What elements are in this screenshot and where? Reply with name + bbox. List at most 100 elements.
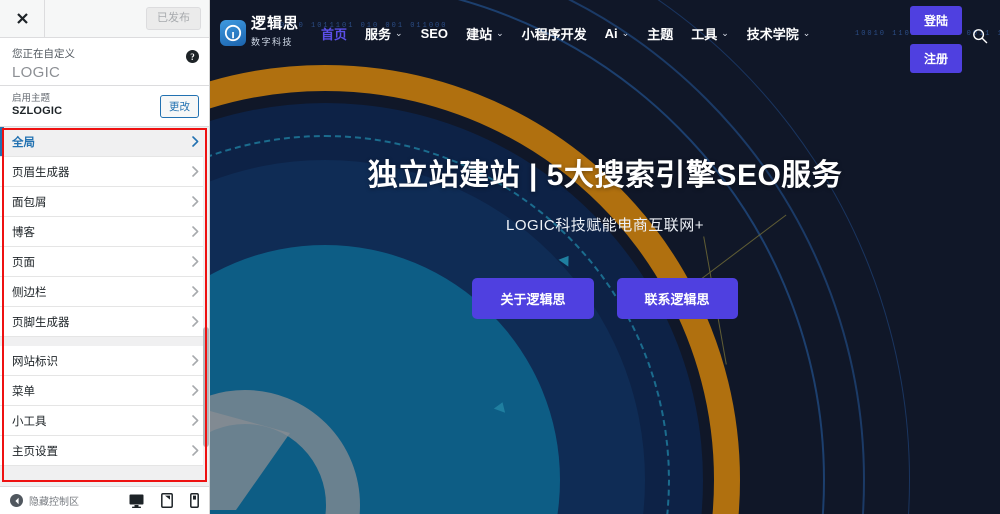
mobile-preview-icon[interactable] — [190, 493, 199, 508]
chevron-down-icon: ⌄ — [496, 27, 504, 38]
customizer-section-item[interactable]: 页面 — [0, 247, 209, 277]
customizer-section-label: 主页设置 — [12, 445, 58, 458]
publish-button[interactable]: 已发布 — [146, 6, 201, 31]
hero-about-button[interactable]: 关于逻辑思 — [472, 278, 594, 319]
section-group-divider — [0, 337, 209, 346]
help-icon[interactable]: ? — [186, 50, 199, 63]
customizing-info: 您正在自定义 LOGIC ? — [0, 38, 209, 86]
hero-section: 0110 1011101 010 001 011000 10010 1101 0… — [210, 0, 1000, 514]
site-logo-subtitle: 数字科技 — [251, 37, 294, 47]
chevron-down-icon: ⌄ — [721, 27, 729, 38]
customizer-section-item[interactable]: 网站标识 — [0, 346, 209, 376]
nav-link[interactable]: 首页 — [321, 24, 347, 43]
sections-scrollbar[interactable] — [203, 127, 209, 486]
customizer-footer: 隐藏控制区 — [0, 486, 209, 514]
chevron-right-icon — [192, 415, 199, 426]
chevron-down-icon: ⌄ — [395, 27, 403, 38]
nav-link[interactable]: 小程序开发 — [522, 24, 587, 43]
customizer-screen: 已发布 您正在自定义 LOGIC ? 启用主题 SZLOGIC 更改 全局页眉生… — [0, 0, 1000, 514]
logic-logo-icon — [220, 20, 246, 46]
hero-contact-button[interactable]: 联系逻辑思 — [616, 278, 738, 319]
nav-link[interactable]: 工具 ⌄ — [691, 24, 729, 43]
chevron-down-icon: ⌄ — [621, 27, 630, 38]
active-theme-name: SZLOGIC — [12, 105, 63, 118]
collapse-sidebar-label: 隐藏控制区 — [29, 497, 79, 508]
chevron-right-icon — [192, 166, 199, 177]
site-logo[interactable]: 逻辑思 数字科技 — [220, 16, 299, 50]
chevron-right-icon — [192, 355, 199, 366]
customizer-section-label: 全局 — [12, 136, 35, 149]
customizer-section-label: 小工具 — [12, 415, 47, 428]
login-button[interactable]: 登陆 — [909, 6, 962, 35]
customizer-section-item[interactable]: 小工具 — [0, 406, 209, 436]
nav-link[interactable]: 建站 ⌄ — [466, 24, 504, 43]
nav-link[interactable]: 技术学院 ⌄ — [747, 24, 811, 43]
site-preview: 0110 1011101 010 001 011000 10010 1101 0… — [210, 0, 1000, 514]
search-icon[interactable] — [972, 28, 988, 49]
customizer-sections: 全局页眉生成器面包屑博客页面侧边栏页脚生成器 网站标识菜单小工具主页设置 — [0, 127, 209, 486]
hero-subtitle: LOGIC科技赋能电商互联网+ — [506, 217, 704, 234]
customizer-panel: 已发布 您正在自定义 LOGIC ? 启用主题 SZLOGIC 更改 全局页眉生… — [0, 0, 210, 514]
section-group-primary: 全局页眉生成器面包屑博客页面侧边栏页脚生成器 — [0, 127, 209, 337]
close-icon[interactable] — [0, 0, 45, 37]
hero-cta-group: 关于逻辑思 联系逻辑思 — [210, 278, 1000, 319]
site-logo-name: 逻辑思 — [251, 15, 300, 33]
customizer-section-item[interactable]: 菜单 — [0, 376, 209, 406]
chevron-right-icon — [192, 136, 199, 147]
nav-link-label: 主题 — [647, 26, 674, 42]
customizer-section-item[interactable]: 博客 — [0, 217, 209, 247]
chevron-right-icon — [192, 226, 199, 237]
customizing-site-title: LOGIC — [12, 63, 61, 81]
tablet-preview-icon[interactable] — [161, 493, 173, 508]
customizer-section-label: 网站标识 — [12, 355, 58, 368]
chevron-right-icon — [192, 286, 199, 297]
chevron-right-icon — [192, 445, 199, 456]
chevron-right-icon — [192, 256, 199, 267]
nav-link-label: SEO — [420, 25, 449, 41]
nav-link-label: Ai — [604, 25, 618, 41]
nav-link-label: 服务 — [365, 26, 392, 42]
nav-link[interactable]: SEO — [421, 26, 448, 41]
nav-link[interactable]: Ai ⌄ — [605, 26, 630, 41]
nav-link[interactable]: 主题 — [647, 24, 673, 43]
customizer-section-label: 页眉生成器 — [12, 166, 70, 179]
nav-link-label: 建站 — [466, 26, 493, 42]
customizer-section-item[interactable]: 全局 — [0, 127, 209, 157]
site-navbar: 逻辑思 数字科技 首页 服务 ⌄ SEO 建站 ⌄ 小程序开发 Ai ⌄ 主题 工具 ⌄ 技术学院 ⌄ 登… — [210, 0, 1000, 73]
hero-title: 独立站建站 | 5大搜索引擎SEO服务 — [367, 159, 843, 192]
section-group-secondary: 网站标识菜单小工具主页设置 — [0, 346, 209, 466]
chevron-right-icon — [192, 385, 199, 396]
chevron-right-icon — [192, 316, 199, 327]
customizer-section-item[interactable]: 面包屑 — [0, 187, 209, 217]
desktop-preview-icon[interactable] — [129, 494, 144, 508]
site-nav-links: 首页 服务 ⌄ SEO 建站 ⌄ 小程序开发 Ai ⌄ 主题 工具 ⌄ 技术学院 ⌄ — [321, 24, 810, 43]
customizer-section-label: 博客 — [12, 226, 35, 239]
device-preview-switcher — [129, 493, 199, 508]
customizer-section-item[interactable]: 主页设置 — [0, 436, 209, 466]
customizer-section-label: 菜单 — [12, 385, 35, 398]
customizer-section-item[interactable]: 页眉生成器 — [0, 157, 209, 187]
customizer-section-item[interactable]: 页脚生成器 — [0, 307, 209, 337]
nav-link-label: 小程序开发 — [521, 26, 587, 42]
customizing-label: 您正在自定义 — [12, 48, 75, 60]
change-theme-button[interactable]: 更改 — [160, 94, 199, 118]
customizer-section-label: 侧边栏 — [12, 286, 47, 299]
customizer-section-label: 页脚生成器 — [12, 316, 70, 329]
hero-content: 独立站建站 | 5大搜索引擎SEO服务 LOGIC科技赋能电商互联网+ 关于逻辑… — [210, 150, 1000, 319]
collapse-sidebar-button[interactable]: 隐藏控制区 — [10, 493, 79, 508]
nav-link-label: 工具 — [691, 26, 718, 42]
sections-scrollbar-thumb[interactable] — [203, 327, 209, 447]
nav-link-label: 技术学院 — [746, 26, 799, 42]
nav-link[interactable]: 服务 ⌄ — [365, 24, 403, 43]
chevron-left-icon — [10, 494, 23, 507]
chevron-down-icon: ⌄ — [802, 27, 811, 38]
customizer-topbar: 已发布 — [0, 0, 209, 38]
site-logo-text: 逻辑思 数字科技 — [251, 16, 299, 50]
nav-link-label: 首页 — [321, 26, 348, 42]
customizer-section-item[interactable]: 侧边栏 — [0, 277, 209, 307]
register-button[interactable]: 注册 — [909, 44, 962, 73]
active-theme-text: 启用主题 SZLOGIC — [12, 93, 62, 119]
chevron-right-icon — [192, 196, 199, 207]
customizer-section-label: 面包屑 — [12, 196, 47, 209]
